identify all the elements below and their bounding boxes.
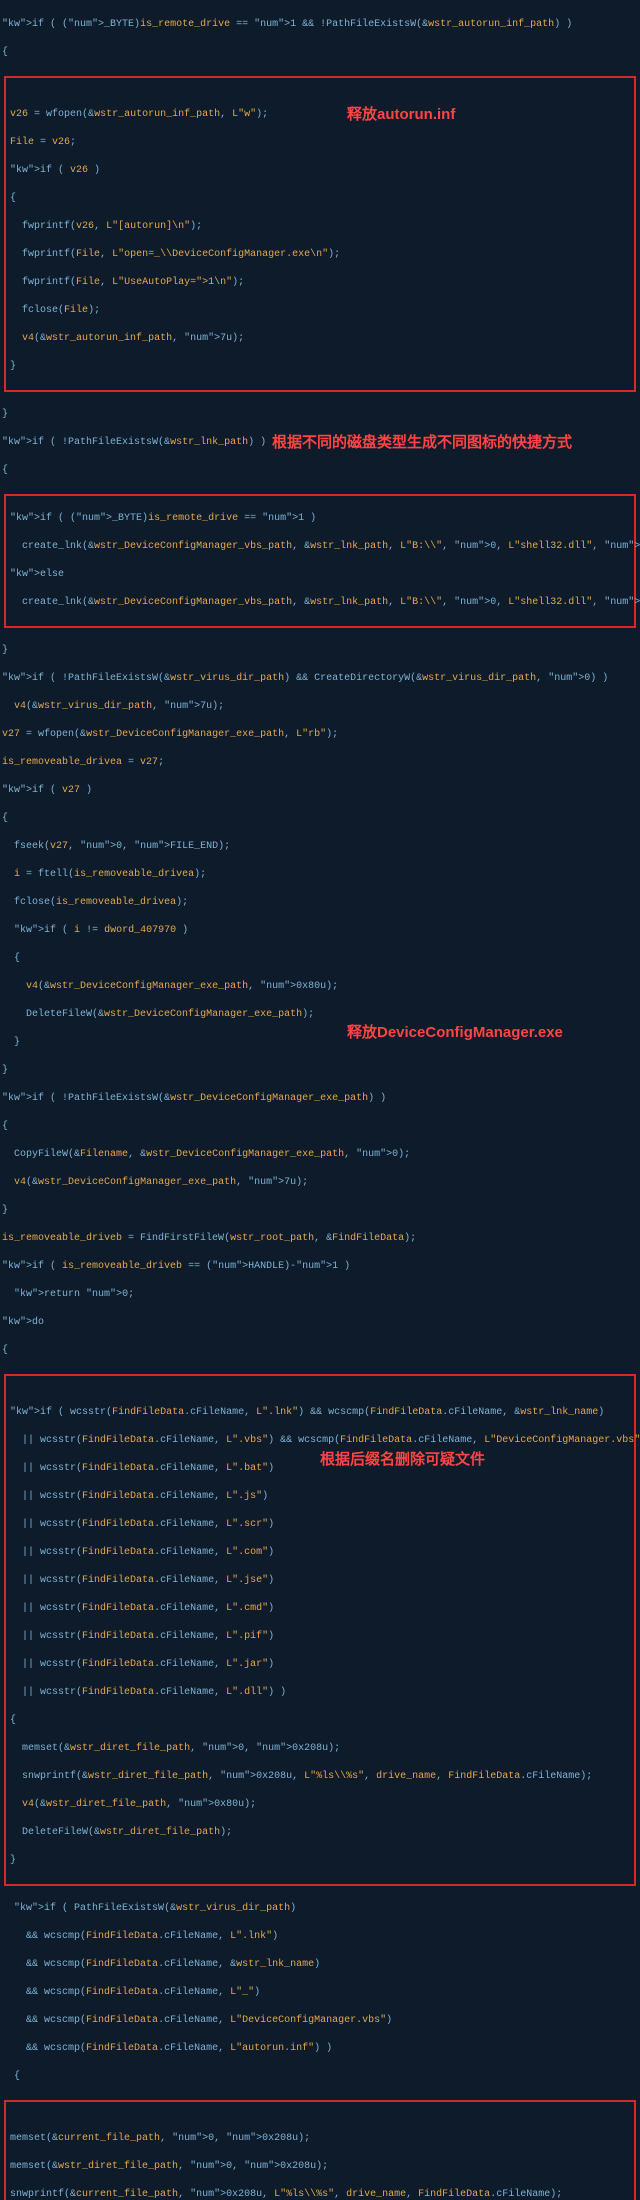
code-line: { — [10, 193, 16, 204]
highlight-box-3: 根据后缀名删除可疑文件 "kw">if ( wcsstr(FindFileDat… — [4, 1374, 636, 1886]
code-line: v26 = wfopen(&wstr_autorun_inf_path, L"w… — [10, 109, 268, 120]
code-line: || wcsstr(FindFileData.cFileName, L".scr… — [10, 1519, 274, 1530]
code-line: && wcscmp(FindFileData.cFileName, L"auto… — [2, 2043, 332, 2054]
code-line: } — [10, 1855, 16, 1866]
code-line: "kw">if ( ("num">_BYTE)is_remote_drive =… — [2, 19, 572, 30]
code-line: fclose(File); — [10, 305, 100, 316]
code-line: fseek(v27, "num">0, "num">FILE_END); — [2, 841, 230, 852]
code-line: "kw">if ( ("num">_BYTE)is_remote_drive =… — [10, 513, 316, 524]
code-line: || wcsstr(FindFileData.cFileName, L".jse… — [10, 1575, 274, 1586]
code-line: "kw">if ( wcsstr(FindFileData.cFileName,… — [10, 1407, 604, 1418]
code-line: v4(&wstr_DeviceConfigManager_exe_path, "… — [2, 1177, 308, 1188]
code-line: i = ftell(is_removeable_drivea); — [2, 869, 206, 880]
code-line: "kw">if ( !PathFileExistsW(&wstr_DeviceC… — [2, 1093, 386, 1104]
code-line: } — [2, 1037, 20, 1048]
annotation-delete-suspicious: 根据后缀名删除可疑文件 — [320, 1449, 485, 1470]
decompiled-code-view: "kw">if ( ("num">_BYTE)is_remote_drive =… — [0, 0, 640, 2200]
code-line: || wcsstr(FindFileData.cFileName, L".vbs… — [10, 1435, 640, 1446]
code-line: { — [2, 813, 8, 824]
code-line: DeleteFileW(&wstr_diret_file_path); — [10, 1827, 232, 1838]
code-line: is_removeable_driveb = FindFirstFileW(ws… — [2, 1233, 416, 1244]
code-line: { — [2, 465, 8, 476]
annotation-autorun: 释放autorun.inf — [347, 104, 455, 125]
code-line: || wcsstr(FindFileData.cFileName, L".bat… — [10, 1463, 274, 1474]
code-line: } — [2, 1205, 8, 1216]
code-line: "kw">do — [2, 1317, 44, 1328]
code-line: && wcscmp(FindFileData.cFileName, L"_") — [2, 1987, 260, 1998]
code-line: File = v26; — [10, 137, 76, 148]
code-line: memset(&current_file_path, "num">0, "num… — [10, 2133, 310, 2144]
code-line: } — [10, 361, 16, 372]
code-line: "kw">if ( PathFileExistsW(&wstr_virus_di… — [2, 1903, 296, 1914]
code-line: { — [2, 1345, 8, 1356]
code-line: "kw">if ( v27 ) — [2, 785, 92, 796]
annotation-shortcut: 根据不同的磁盘类型生成不同图标的快捷方式 — [272, 432, 572, 453]
code-line: "kw">else — [10, 569, 64, 580]
code-line: snwprintf(&current_file_path, "num">0x20… — [10, 2189, 562, 2200]
code-line: } — [2, 645, 8, 656]
code-line: v4(&wstr_virus_dir_path, "num">7u); — [2, 701, 224, 712]
code-line: { — [2, 2071, 20, 2082]
code-line: create_lnk(&wstr_DeviceConfigManager_vbs… — [10, 541, 640, 552]
code-line: create_lnk(&wstr_DeviceConfigManager_vbs… — [10, 597, 640, 608]
code-line: v4(&wstr_DeviceConfigManager_exe_path, "… — [2, 981, 338, 992]
code-line: "kw">if ( !PathFileExistsW(&wstr_lnk_pat… — [2, 437, 266, 448]
code-line: "kw">return "num">0; — [2, 1289, 134, 1300]
highlight-box-4: 将磁盘文件移动至病毒目录 "_" 中 memset(&current_file_… — [4, 2100, 636, 2200]
code-line: DeleteFileW(&wstr_DeviceConfigManager_ex… — [2, 1009, 314, 1020]
code-line: v27 = wfopen(&wstr_DeviceConfigManager_e… — [2, 729, 338, 740]
code-line: || wcsstr(FindFileData.cFileName, L".dll… — [10, 1687, 286, 1698]
code-line: { — [2, 47, 8, 58]
code-line: || wcsstr(FindFileData.cFileName, L".js"… — [10, 1491, 268, 1502]
code-line: fwprintf(v26, L"[autorun]\n"); — [10, 221, 202, 232]
code-line: CopyFileW(&Filename, &wstr_DeviceConfigM… — [2, 1149, 410, 1160]
code-line: fclose(is_removeable_drivea); — [2, 897, 188, 908]
code-line: fwprintf(File, L"open=_\\DeviceConfigMan… — [10, 249, 340, 260]
highlight-box-2: "kw">if ( ("num">_BYTE)is_remote_drive =… — [4, 494, 636, 628]
code-line: && wcscmp(FindFileData.cFileName, L".lnk… — [2, 1931, 278, 1942]
code-line: memset(&wstr_diret_file_path, "num">0, "… — [10, 1743, 340, 1754]
code-line: memset(&wstr_diret_file_path, "num">0, "… — [10, 2161, 328, 2172]
code-line: { — [10, 1715, 16, 1726]
code-line: "kw">if ( is_removeable_driveb == ("num"… — [2, 1261, 350, 1272]
code-line: { — [2, 1121, 8, 1132]
highlight-box-1: 释放autorun.inf v26 = wfopen(&wstr_autorun… — [4, 76, 636, 392]
code-line: || wcsstr(FindFileData.cFileName, L".pif… — [10, 1631, 274, 1642]
code-line: snwprintf(&wstr_diret_file_path, "num">0… — [10, 1771, 592, 1782]
code-line: "kw">if ( v26 ) — [10, 165, 100, 176]
annotation-release-exe: 释放DeviceConfigManager.exe — [347, 1022, 563, 1043]
code-line: && wcscmp(FindFileData.cFileName, &wstr_… — [2, 1959, 320, 1970]
code-line: v4(&wstr_autorun_inf_path, "num">7u); — [10, 333, 244, 344]
code-line: && wcscmp(FindFileData.cFileName, L"Devi… — [2, 2015, 392, 2026]
code-line: is_removeable_drivea = v27; — [2, 757, 164, 768]
code-line: "kw">if ( i != dword_407970 ) — [2, 925, 188, 936]
code-line: } — [2, 1065, 8, 1076]
code-line: } — [2, 409, 8, 420]
code-line: || wcsstr(FindFileData.cFileName, L".cmd… — [10, 1603, 274, 1614]
code-line: || wcsstr(FindFileData.cFileName, L".jar… — [10, 1659, 274, 1670]
code-line: fwprintf(File, L"UseAutoPlay=">1\n"); — [10, 277, 244, 288]
code-line: v4(&wstr_diret_file_path, "num">0x80u); — [10, 1799, 256, 1810]
code-line: || wcsstr(FindFileData.cFileName, L".com… — [10, 1547, 274, 1558]
code-line: "kw">if ( !PathFileExistsW(&wstr_virus_d… — [2, 673, 608, 684]
code-line: { — [2, 953, 20, 964]
